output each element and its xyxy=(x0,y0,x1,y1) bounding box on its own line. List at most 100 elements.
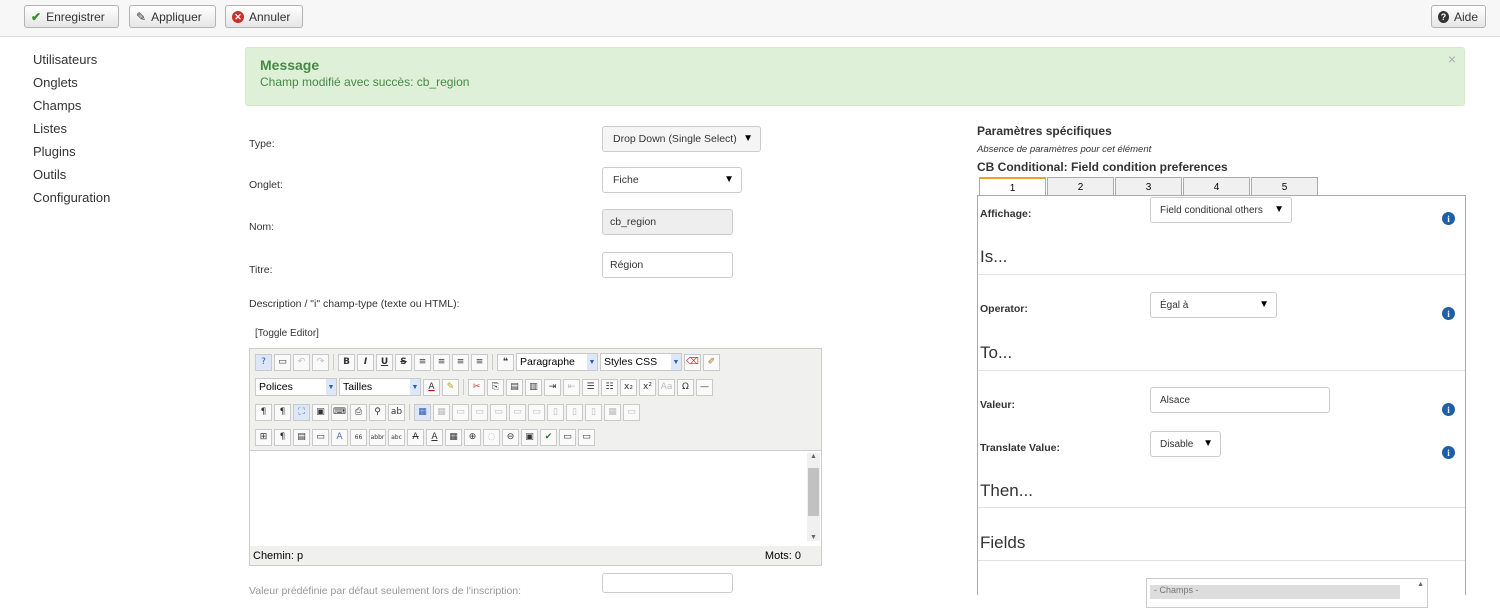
tab-1[interactable]: 1 xyxy=(979,177,1046,197)
scroll-up-icon[interactable]: ▲ xyxy=(810,453,817,460)
rtl-icon[interactable]: ¶ xyxy=(274,403,291,421)
sidebar-item-configuration[interactable]: Configuration xyxy=(33,189,110,212)
indent-icon[interactable]: ⇥ xyxy=(544,378,561,396)
preview-icon[interactable]: ▣ xyxy=(312,403,329,421)
toggle-editor-link[interactable]: [Toggle Editor] xyxy=(255,328,319,339)
sidebar-item-plugins[interactable]: Plugins xyxy=(33,143,110,166)
new-document-icon[interactable]: ▭ xyxy=(274,353,291,371)
insert-col-before-icon[interactable]: ▯ xyxy=(547,403,564,421)
display-select[interactable]: Field conditional others ▼ xyxy=(1150,197,1292,223)
eraser-icon[interactable]: ⌫ xyxy=(684,353,701,371)
font-color-icon[interactable]: A xyxy=(423,378,440,396)
save-button[interactable]: ✔ Enregistrer xyxy=(24,5,119,28)
table-icon[interactable]: ▦ xyxy=(414,403,431,421)
readmore-icon[interactable]: ▭ xyxy=(578,428,595,446)
name-input[interactable]: cb_region xyxy=(602,209,733,235)
align-justify-icon[interactable]: ≡ xyxy=(414,353,431,371)
value-input[interactable]: Alsace xyxy=(1150,387,1330,413)
insert-row-before-icon[interactable]: ▭ xyxy=(490,403,507,421)
underline-icon[interactable]: U xyxy=(376,353,393,371)
merge-cells-icon[interactable]: ▭ xyxy=(623,403,640,421)
ltr-icon[interactable]: ¶ xyxy=(255,403,272,421)
layer-icon[interactable]: ▭ xyxy=(312,428,329,446)
tab-3[interactable]: 3 xyxy=(1115,177,1182,196)
acronym-icon[interactable]: abc xyxy=(388,428,405,446)
highlight-icon[interactable]: ✎ xyxy=(442,378,459,396)
template-icon[interactable]: ▤ xyxy=(293,428,310,446)
find-icon[interactable]: ⚲ xyxy=(369,403,386,421)
help-icon[interactable]: ? xyxy=(255,353,272,371)
tab-select[interactable]: Fiche ▼ xyxy=(602,167,742,193)
scroll-down-icon[interactable]: ▼ xyxy=(810,534,817,541)
sidebar-item-tabs[interactable]: Onglets xyxy=(33,74,110,97)
align-right-icon[interactable]: ≡ xyxy=(471,353,488,371)
ordered-list-icon[interactable]: ☰ xyxy=(582,378,599,396)
del-icon[interactable]: A xyxy=(407,428,424,446)
scroll-up-icon[interactable]: ▲ xyxy=(1417,581,1424,588)
sidebar-item-lists[interactable]: Listes xyxy=(33,120,110,143)
sidebar-item-tools[interactable]: Outils xyxy=(33,166,110,189)
paste-text-icon[interactable]: ▥ xyxy=(525,378,542,396)
insert-row-after-icon[interactable]: ▭ xyxy=(509,403,526,421)
translate-select[interactable]: Disable ▼ xyxy=(1150,431,1221,457)
align-left-icon[interactable]: ≡ xyxy=(452,353,469,371)
cancel-button[interactable]: ✕ Annuler xyxy=(225,5,303,28)
redo-icon[interactable]: ↷ xyxy=(312,353,329,371)
outdent-icon[interactable]: ⇤ xyxy=(563,378,580,396)
character-map-icon[interactable]: Aa xyxy=(658,378,675,396)
delete-table-icon[interactable]: ▦ xyxy=(433,403,450,421)
title-input[interactable]: Région xyxy=(602,252,733,278)
split-cells-icon[interactable]: ▦ xyxy=(604,403,621,421)
undo-icon[interactable]: ↶ xyxy=(293,353,310,371)
editor-scrollbar[interactable]: ▲ ▼ xyxy=(807,453,820,541)
apply-button[interactable]: ✎ Appliquer xyxy=(129,5,216,28)
scrollbar-thumb[interactable] xyxy=(808,468,819,516)
insert-col-after-icon[interactable]: ▯ xyxy=(566,403,583,421)
tab-2[interactable]: 2 xyxy=(1047,177,1114,196)
show-blocks-icon[interactable]: ¶ xyxy=(274,428,291,446)
close-icon[interactable]: × xyxy=(1448,51,1456,67)
info-icon[interactable]: i xyxy=(1442,212,1455,225)
bold-icon[interactable]: B xyxy=(338,353,355,371)
media-icon[interactable]: ▭ xyxy=(559,428,576,446)
spellcheck-icon[interactable]: ✔ xyxy=(540,428,557,446)
info-icon[interactable]: i xyxy=(1442,403,1455,416)
fields-multiselect[interactable]: - Champs - ▲ xyxy=(1146,578,1428,608)
fields-option[interactable]: - Champs - xyxy=(1150,585,1400,599)
sidebar-item-users[interactable]: Utilisateurs xyxy=(33,51,110,74)
styles-dropdown[interactable]: Styles CSS ▼ xyxy=(600,353,682,371)
fullscreen-icon[interactable]: ⛶ xyxy=(293,403,310,421)
visual-aid-icon[interactable]: ⊞ xyxy=(255,428,272,446)
cut-icon[interactable]: ✂ xyxy=(468,378,485,396)
non-breaking-icon[interactable]: ⊕ xyxy=(464,428,481,446)
default-value-input[interactable] xyxy=(602,573,733,593)
print-icon[interactable]: ⎙ xyxy=(350,403,367,421)
omega-icon[interactable]: Ω xyxy=(677,378,694,396)
info-icon[interactable]: i xyxy=(1442,307,1455,320)
tab-5[interactable]: 5 xyxy=(1251,177,1318,196)
superscript-icon[interactable]: x² xyxy=(639,378,656,396)
tab-4[interactable]: 4 xyxy=(1183,177,1250,196)
abbr-icon[interactable]: abbr xyxy=(369,428,386,446)
replace-icon[interactable]: ab xyxy=(388,403,405,421)
delete-row-icon[interactable]: ▭ xyxy=(528,403,545,421)
unordered-list-icon[interactable]: ☷ xyxy=(601,378,618,396)
paste-icon[interactable]: ▤ xyxy=(506,378,523,396)
editor-text-area[interactable] xyxy=(250,450,821,546)
code-icon[interactable]: ⌨ xyxy=(331,403,348,421)
styleprops-icon[interactable]: A xyxy=(331,428,348,446)
cite-icon[interactable]: 66 xyxy=(350,428,367,446)
info-icon[interactable]: i xyxy=(1442,446,1455,459)
help-button[interactable]: ? Aide xyxy=(1431,5,1486,28)
ins-icon[interactable]: A xyxy=(426,428,443,446)
subscript-icon[interactable]: x₂ xyxy=(620,378,637,396)
delete-col-icon[interactable]: ▯ xyxy=(585,403,602,421)
operator-select[interactable]: Égal à ▼ xyxy=(1150,292,1277,318)
copy-icon[interactable]: ⎘ xyxy=(487,378,504,396)
link-icon[interactable]: ⊖ xyxy=(502,428,519,446)
align-center-icon[interactable]: ≡ xyxy=(433,353,450,371)
attributes-icon[interactable]: ▦ xyxy=(445,428,462,446)
horizontal-rule-icon[interactable]: — xyxy=(696,378,713,396)
strikethrough-icon[interactable]: S xyxy=(395,353,412,371)
format-dropdown[interactable]: Paragraphe ▼ xyxy=(516,353,598,371)
